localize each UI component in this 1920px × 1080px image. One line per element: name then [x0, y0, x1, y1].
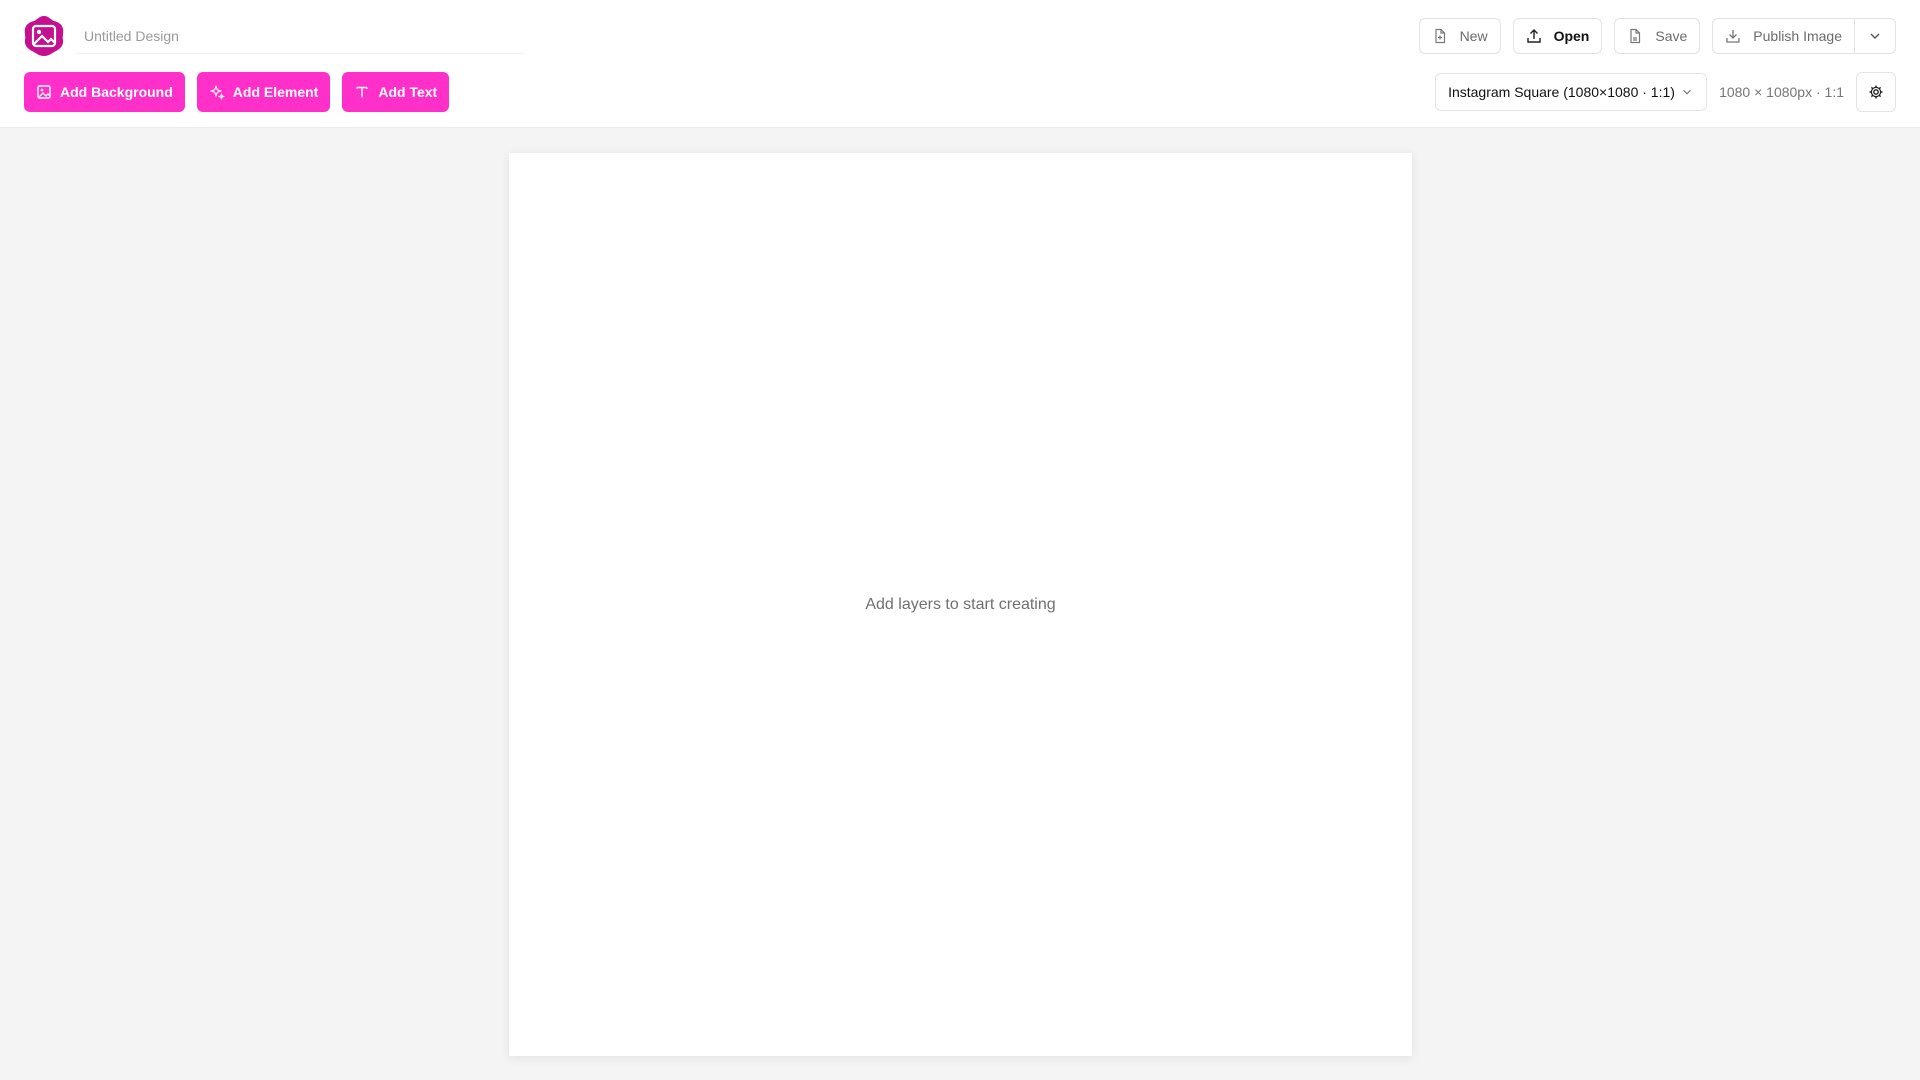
canvas-size-controls: Instagram Square (1080×1080 · 1:1) 1080 … — [1435, 72, 1896, 112]
add-background-label: Add Background — [60, 84, 173, 100]
image-icon — [37, 85, 51, 99]
design-title-input[interactable] — [76, 18, 524, 54]
save-file-icon — [1630, 28, 1641, 44]
add-element-button[interactable]: Add Element — [196, 72, 331, 112]
new-file-icon — [1434, 28, 1445, 44]
add-text-label: Add Text — [378, 84, 438, 100]
add-text-button[interactable]: Add Text — [342, 72, 450, 112]
publish-options-button[interactable] — [1855, 18, 1896, 54]
add-element-label: Add Element — [232, 84, 319, 100]
add-layer-actions: Add Background Add Element Add Text — [24, 72, 450, 112]
sparkles-icon — [209, 84, 225, 100]
publish-image-label: Publish Image — [1753, 28, 1842, 44]
add-background-button[interactable]: Add Background — [24, 72, 185, 112]
publish-split-button: Publish Image — [1712, 18, 1896, 54]
file-actions: New Open Save Publish Image — [1418, 18, 1896, 54]
publish-image-button[interactable]: Publish Image — [1712, 18, 1855, 54]
canvas-empty-message: Add layers to start creating — [865, 595, 1056, 613]
new-button[interactable]: New — [1418, 18, 1501, 54]
save-button[interactable]: Save — [1614, 18, 1701, 54]
save-button-label: Save — [1655, 28, 1688, 44]
open-button-label: Open — [1553, 28, 1590, 44]
chevron-down-icon — [1683, 89, 1691, 95]
text-type-icon — [356, 86, 369, 98]
canvas-preset-value: Instagram Square (1080×1080 · 1:1) — [1448, 84, 1675, 100]
workspace: Add layers to start creating — [0, 128, 1920, 1080]
canvas-dimensions-label: 1080 × 1080px · 1:1 — [1719, 84, 1844, 100]
upload-icon — [1526, 29, 1541, 43]
design-canvas[interactable]: Add layers to start creating — [509, 153, 1412, 1056]
new-button-label: New — [1459, 28, 1488, 44]
canvas-preset-select[interactable]: Instagram Square (1080×1080 · 1:1) — [1435, 73, 1708, 111]
top-bar: New Open Save Publish Image Add Backgrou… — [0, 0, 1920, 128]
gear-icon — [1869, 85, 1883, 99]
settings-button[interactable] — [1856, 72, 1896, 112]
open-button[interactable]: Open — [1512, 18, 1603, 54]
app-logo-icon[interactable] — [22, 14, 66, 58]
download-icon — [1726, 30, 1740, 43]
chevron-down-icon — [1870, 33, 1880, 39]
